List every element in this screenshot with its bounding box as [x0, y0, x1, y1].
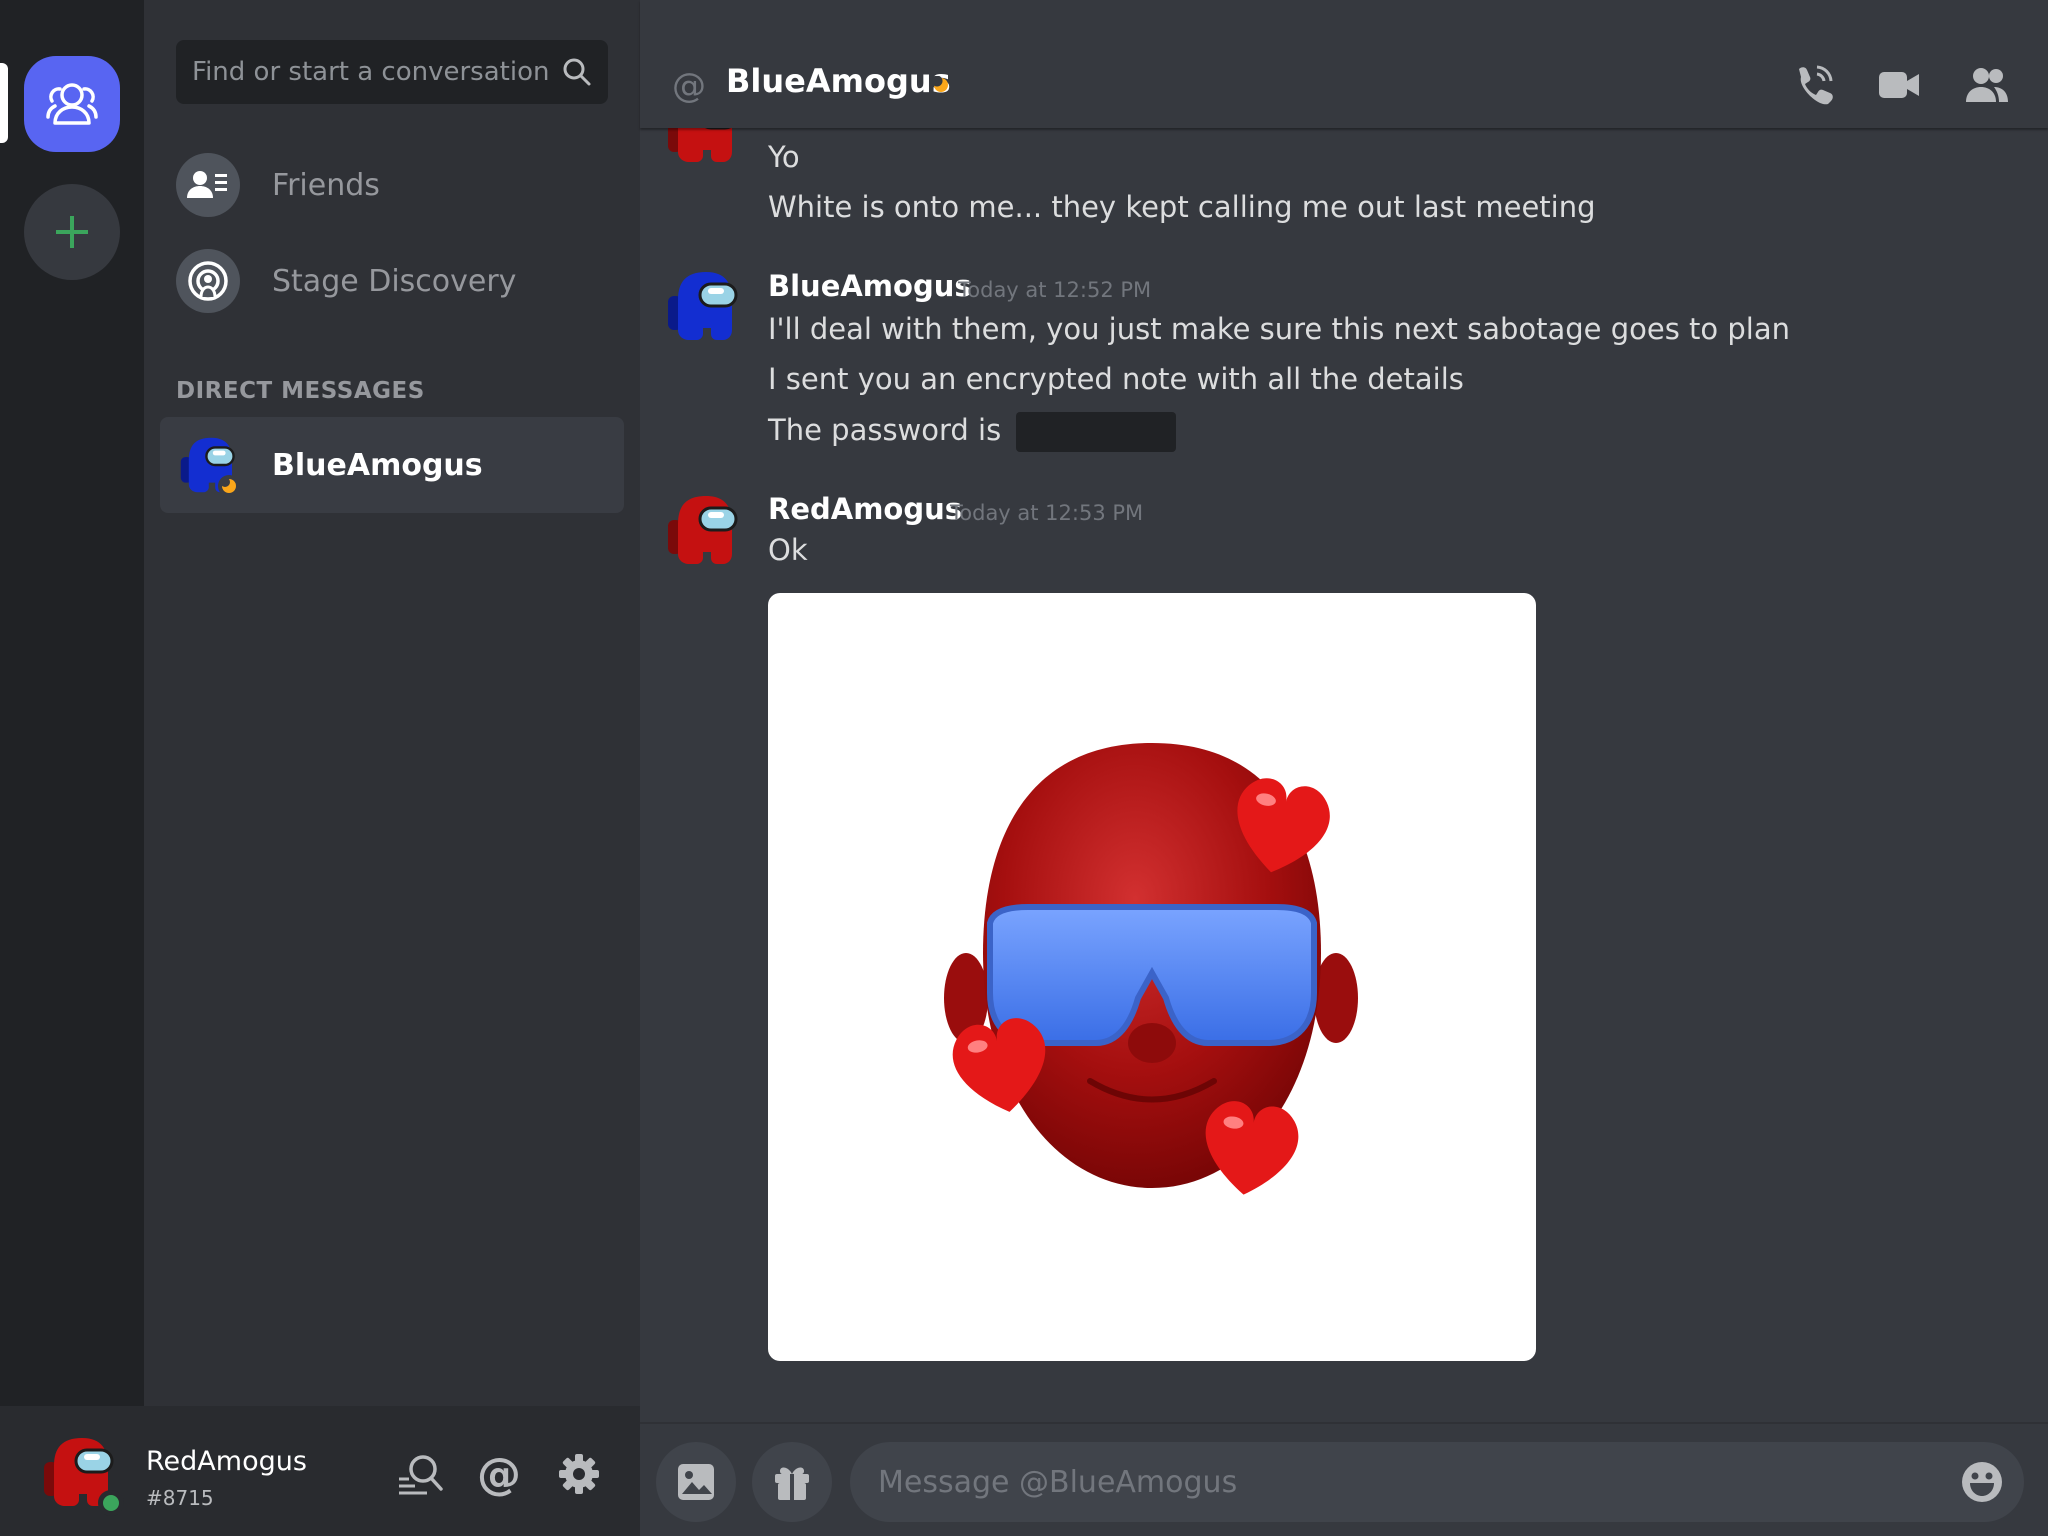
chat-header: @ BlueAmogus	[640, 0, 2048, 128]
dm-item-blueamogus[interactable]: BlueAmogus	[160, 417, 624, 513]
user-tag: #8715	[146, 1486, 214, 1510]
emoji-icon[interactable]	[1960, 1460, 2004, 1504]
message-text: Yo	[768, 140, 800, 174]
members-icon	[1966, 68, 2008, 102]
home-button[interactable]	[24, 56, 120, 152]
friends-icon	[46, 83, 98, 125]
channel-name: BlueAmogus	[726, 62, 951, 100]
at-channel-icon: @	[672, 66, 706, 106]
user-avatar[interactable]	[40, 1432, 124, 1516]
avatar[interactable]	[664, 128, 744, 168]
dm-sidebar: Find or start a conversation Friends Sta…	[144, 0, 640, 1536]
search-input[interactable]: Find or start a conversation	[176, 40, 608, 104]
phone-call-icon	[1799, 65, 1833, 105]
image-icon	[678, 1464, 714, 1500]
nav-item-friends[interactable]: Friends	[176, 149, 616, 221]
nav-label-friends: Friends	[272, 167, 380, 203]
add-server-button[interactable]	[24, 184, 120, 280]
search-lines-icon	[399, 1455, 443, 1495]
gear-icon	[559, 1454, 599, 1494]
message-placeholder: Message @BlueAmogus	[878, 1464, 1238, 1500]
plus-icon	[56, 216, 88, 248]
direct-messages-header: DIRECT MESSAGES	[176, 378, 425, 404]
message-line-with-spoiler: The password is	[768, 412, 1177, 452]
message-text: The password is	[768, 413, 1002, 447]
at-icon: @	[477, 1448, 521, 1500]
message-list: Yo White is onto me... they kept calling…	[640, 128, 2048, 1422]
message-author[interactable]: BlueAmogus	[768, 269, 972, 303]
mentions-button[interactable]: @	[474, 1448, 524, 1500]
chat-main: @ BlueAmogus Yo White is onto me... they…	[640, 0, 2048, 1536]
video-camera-icon	[1879, 72, 1919, 98]
voice-call-button[interactable]	[1788, 60, 1838, 110]
idle-moon-icon	[932, 76, 948, 92]
online-status-dot	[98, 1490, 124, 1516]
selected-indicator	[0, 63, 8, 143]
message-author[interactable]: RedAmogus	[768, 492, 962, 526]
idle-moon-icon	[218, 475, 240, 497]
message-input[interactable]: Message @BlueAmogus	[850, 1442, 2024, 1522]
gift-icon	[775, 1467, 809, 1500]
member-list-button[interactable]	[1962, 60, 2012, 110]
search-placeholder: Find or start a conversation	[192, 57, 550, 87]
dm-name: BlueAmogus	[272, 447, 483, 483]
settings-button[interactable]	[554, 1449, 604, 1499]
friends-nav-icon	[176, 153, 240, 217]
message-text: White is onto me... they kept calling me…	[768, 190, 1596, 224]
message-timestamp: Today at 12:53 PM	[950, 501, 1144, 525]
search-messages-button[interactable]	[395, 1449, 445, 1499]
message-text: Ok	[768, 533, 808, 567]
message-text: I sent you an encrypted note with all th…	[768, 362, 1464, 396]
server-rail	[0, 0, 144, 1536]
nav-label-stage-discovery: Stage Discovery	[272, 263, 517, 299]
nav-item-stage-discovery[interactable]: Stage Discovery	[176, 245, 616, 317]
message-text: I'll deal with them, you just make sure …	[768, 312, 1790, 346]
avatar	[176, 433, 240, 497]
composer: Message @BlueAmogus	[640, 1422, 2048, 1536]
avatar[interactable]	[664, 266, 744, 346]
upload-image-button[interactable]	[656, 1442, 736, 1522]
spoiler-text[interactable]	[1016, 412, 1177, 452]
user-name: RedAmogus	[146, 1446, 307, 1477]
discord-app: Find or start a conversation Friends Sta…	[0, 0, 2048, 1536]
image-attachment[interactable]	[768, 593, 1536, 1361]
search-icon	[563, 58, 591, 86]
memoji-face-image	[944, 743, 1358, 1195]
gift-button[interactable]	[752, 1442, 832, 1522]
stage-discovery-icon	[176, 249, 240, 313]
video-call-button[interactable]	[1874, 60, 1924, 110]
user-panel: RedAmogus #8715 @	[0, 1406, 640, 1536]
message-timestamp: Today at 12:52 PM	[958, 278, 1152, 302]
avatar[interactable]	[664, 490, 744, 570]
